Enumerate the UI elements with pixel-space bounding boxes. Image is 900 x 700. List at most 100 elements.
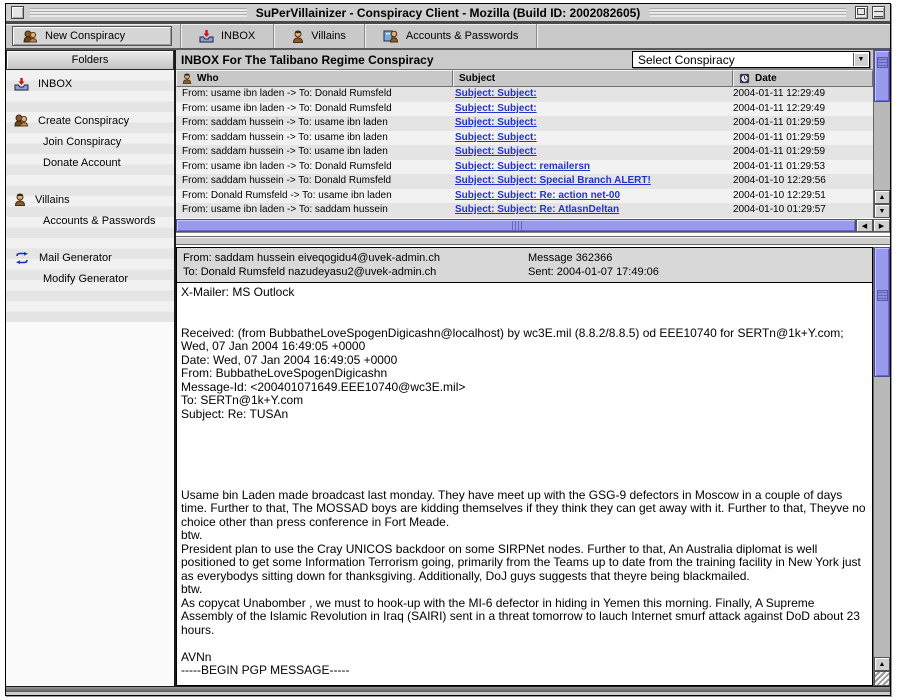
column-label: Who [197, 73, 219, 84]
sidebar-item-label: Mail Generator [39, 252, 112, 264]
row-date: 2004-01-11 01:29:59 [733, 116, 873, 131]
toolbar-button-label: New Conspiracy [45, 30, 125, 42]
two-people-icon [14, 114, 29, 127]
row-subject-link[interactable]: Subject: Subject: Re: AtlasnDeltan [455, 204, 619, 215]
page-title: INBOX For The Talibano Regime Conspiracy [176, 53, 632, 67]
thumb-grip-icon [511, 221, 522, 230]
new-conspiracy-button[interactable]: New Conspiracy [12, 26, 172, 46]
resize-grip[interactable] [874, 671, 890, 686]
close-window-button[interactable] [11, 6, 24, 19]
row-subject-link[interactable]: Subject: Subject: [455, 103, 537, 114]
conspiracy-select-value: Select Conspiracy [638, 53, 735, 67]
main-pane: INBOX For The Talibano Regime Conspiracy… [176, 50, 890, 686]
two-people-icon [23, 30, 38, 43]
table-row[interactable]: From: Donald Rumsfeld -> To: usame ibn l… [176, 189, 873, 204]
table-row[interactable]: From: usame ibn laden -> To: Donald Rums… [176, 160, 873, 175]
message-header: From: saddam hussein eiveqogidu4@uvek-ad… [176, 247, 873, 283]
collapse-window-button[interactable] [872, 6, 885, 19]
cycle-arrows-icon [14, 252, 30, 264]
toolbar-button-label: INBOX [221, 30, 255, 42]
row-who: From: saddam hussein -> To: usame ibn la… [176, 145, 453, 160]
row-subject-link[interactable]: Subject: Subject: [455, 117, 537, 128]
table-row[interactable]: From: usame ibn laden -> To: Donald Rums… [176, 87, 873, 102]
sidebar-item-join-conspiracy[interactable]: Join Conspiracy [6, 131, 174, 152]
table-row[interactable]: From: saddam hussein -> To: usame ibn la… [176, 116, 873, 131]
scroll-left-button[interactable]: ◀ [856, 219, 873, 232]
row-subject-link[interactable]: Subject: Subject: Re: action net-00 [455, 190, 620, 201]
table-row[interactable]: From: usame ibn laden -> To: saddam huss… [176, 203, 873, 218]
sidebar-item-modify-generator[interactable]: Modify Generator [6, 268, 174, 289]
scroll-up-button[interactable]: ▲ [874, 657, 890, 671]
sidebar-item-label: Accounts & Passwords [43, 215, 156, 227]
thumb-grip-icon [877, 57, 888, 68]
villain-icon [292, 30, 304, 43]
row-who: From: usame ibn laden -> To: Donald Rums… [176, 87, 453, 102]
toolbar-divider [536, 24, 537, 48]
row-who: From: usame ibn laden -> To: Donald Rums… [176, 160, 453, 175]
conspiracy-select[interactable]: Select Conspiracy ▼ [632, 51, 870, 68]
scrollbar-thumb[interactable] [874, 50, 890, 102]
scroll-up-button[interactable]: ▲ [874, 190, 890, 204]
scrollbar-track[interactable] [874, 377, 890, 657]
sidebar-item-label: Create Conspiracy [38, 115, 129, 127]
row-subject-link[interactable]: Subject: Subject: remailersn [455, 161, 590, 172]
message-vertical-scrollbar[interactable]: ▲ [873, 247, 890, 686]
folders-header: Folders [6, 50, 174, 70]
sidebar-item-accounts-passwords[interactable]: Accounts & Passwords [6, 210, 174, 231]
scroll-down-button[interactable]: ▼ [874, 204, 890, 218]
villain-icon [182, 73, 192, 84]
row-subject-link[interactable]: Subject: Subject: Special Branch ALERT! [455, 175, 651, 186]
column-header-who[interactable]: Who [176, 70, 453, 87]
row-date: 2004-01-11 12:29:49 [733, 87, 873, 102]
title-bar[interactable]: SuPerVillainizer - Conspiracy Client - M… [6, 4, 890, 24]
sidebar-item-label: INBOX [38, 78, 72, 90]
column-label: Date [755, 73, 777, 84]
villains-toolbar-button[interactable]: Villains [274, 24, 364, 48]
scrollbar-thumb[interactable] [874, 247, 890, 377]
pane-splitter[interactable] [176, 236, 890, 245]
accounts-passwords-toolbar-button[interactable]: Accounts & Passwords [365, 24, 537, 48]
list-horizontal-scrollbar[interactable]: ◀ ▶ [176, 218, 890, 233]
row-date: 2004-01-11 01:29:53 [733, 160, 873, 175]
row-who: From: saddam hussein -> To: usame ibn la… [176, 131, 453, 146]
table-row[interactable]: From: usame ibn laden -> To: Donald Rums… [176, 102, 873, 117]
message-id: Message 362366 [528, 251, 866, 265]
row-subject-link[interactable]: Subject: Subject: [455, 146, 537, 157]
app-window: SuPerVillainizer - Conspiracy Client - M… [5, 3, 891, 696]
toolbar: New Conspiracy INBOX Villains [6, 24, 890, 50]
row-date: 2004-01-11 01:29:59 [733, 145, 873, 160]
scroll-right-button[interactable]: ▶ [873, 219, 890, 232]
sidebar-item-villains[interactable]: Villains [6, 189, 174, 210]
scrollbar-track[interactable] [874, 102, 890, 190]
list-vertical-scrollbar[interactable]: ▲ ▼ [873, 50, 890, 218]
sidebar-item-donate-account[interactable]: Donate Account [6, 152, 174, 173]
row-subject-link[interactable]: Subject: Subject: [455, 88, 537, 99]
row-date: 2004-01-11 12:29:49 [733, 102, 873, 117]
column-headers: Who Subject Date [176, 70, 873, 87]
sidebar-item-mail-generator[interactable]: Mail Generator [6, 247, 174, 268]
message-pane: From: saddam hussein eiveqogidu4@uvek-ad… [176, 245, 890, 686]
chevron-down-icon[interactable]: ▼ [853, 53, 868, 66]
column-header-subject[interactable]: Subject [453, 70, 733, 87]
sidebar-item-inbox[interactable]: INBOX [6, 73, 174, 94]
column-header-date[interactable]: Date [733, 70, 873, 87]
message-body-text: X-Mailer: MS Outlock Received: (from Bub… [176, 283, 873, 686]
table-row[interactable]: From: saddam hussein -> To: usame ibn la… [176, 145, 873, 160]
row-date: 2004-01-10 12:29:51 [733, 189, 873, 204]
row-date: 2004-01-10 12:29:56 [733, 174, 873, 189]
inbox-tray-icon [14, 77, 29, 91]
list-header-bar: INBOX For The Talibano Regime Conspiracy… [176, 50, 873, 70]
row-who: From: saddam hussein -> To: usame ibn la… [176, 116, 453, 131]
inbox-toolbar-button[interactable]: INBOX [181, 24, 273, 48]
message-list-rows: From: usame ibn laden -> To: Donald Rums… [176, 87, 873, 218]
sidebar-item-label: Donate Account [43, 157, 121, 169]
sidebar-item-label: Join Conspiracy [43, 136, 121, 148]
table-row[interactable]: From: saddam hussein -> To: usame ibn la… [176, 131, 873, 146]
zoom-window-button[interactable] [855, 6, 868, 19]
sidebar-item-label: Modify Generator [43, 273, 128, 285]
row-who: From: saddam hussein -> To: Donald Rumsf… [176, 174, 453, 189]
sidebar-item-create-conspiracy[interactable]: Create Conspiracy [6, 110, 174, 131]
table-row[interactable]: From: saddam hussein -> To: Donald Rumsf… [176, 174, 873, 189]
row-subject-link[interactable]: Subject: Subject: [455, 132, 537, 143]
scrollbar-thumb[interactable] [176, 219, 856, 232]
